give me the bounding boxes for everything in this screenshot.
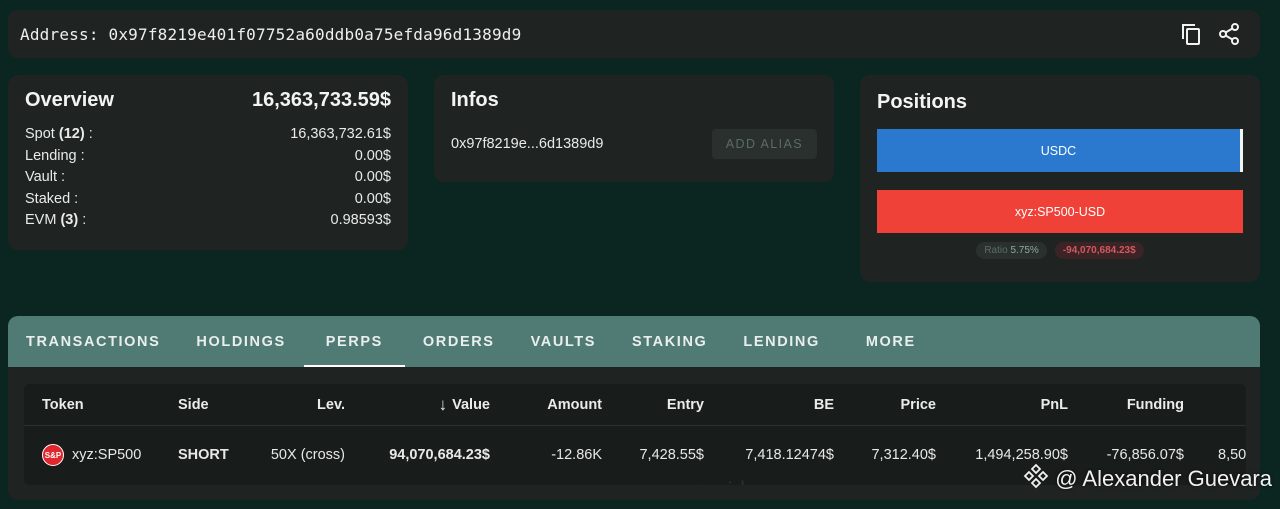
price-cell: 7,312.40$	[871, 447, 936, 463]
position-bar-usdc[interactable]: USDC	[877, 129, 1243, 172]
tab-bar: TRANSACTIONS HOLDINGS PERPS ORDERS VAULT…	[8, 316, 1260, 367]
overview-title: Overview	[25, 89, 114, 111]
address-actions	[1178, 21, 1242, 47]
address-bar: Address: 0x97f8219e401f07752a60ddb0a75ef…	[8, 10, 1260, 58]
col-side[interactable]: Side	[178, 384, 209, 425]
tab-orders[interactable]: ORDERS	[405, 316, 513, 367]
col-funding[interactable]: Funding	[1094, 384, 1184, 425]
add-alias-button[interactable]: ADD ALIAS	[711, 129, 817, 159]
position-bar-label: USDC	[1040, 143, 1077, 158]
overview-row-lending: Lending : 0.00$	[25, 146, 391, 168]
infos-title: Infos	[451, 89, 499, 111]
diamond-logo-icon	[1023, 463, 1049, 495]
col-pnl[interactable]: PnL	[984, 384, 1068, 425]
position-bar-sp500[interactable]: xyz:SP500-USD	[877, 190, 1243, 233]
sp500-token-icon: S&P	[42, 444, 64, 466]
tab-perps[interactable]: PERPS	[303, 316, 406, 367]
value-cell: 94,070,684.23$	[389, 447, 490, 463]
amount-cell: -12.86K	[551, 447, 602, 463]
overview-row-staked: Staked : 0.00$	[25, 189, 391, 211]
overview-value: 0.00$	[354, 169, 391, 185]
token-cell: S&P xyz:SP500	[42, 426, 141, 484]
col-be[interactable]: BE	[744, 384, 834, 425]
col-lev[interactable]: Lev.	[264, 384, 345, 425]
credit-overlay: @ Alexander Guevara	[1023, 463, 1272, 495]
table-header: Token Side Lev. ↓ Value Amount Entry BE …	[24, 384, 1246, 426]
side-cell: SHORT	[178, 447, 229, 463]
sort-arrow-icon: ↓	[438, 394, 448, 414]
be-cell: 7,418.12474$	[745, 447, 834, 463]
short-address: 0x97f8219e...6d1389d9	[451, 136, 604, 152]
overview-row-vault: Vault : 0.00$	[25, 167, 391, 189]
tab-more[interactable]: MORE	[848, 316, 934, 367]
overview-row-evm: EVM (3) : 0.98593$	[25, 210, 391, 232]
lev-cell: 50X (cross)	[270, 447, 345, 463]
infos-card: Infos 0x97f8219e...6d1389d9 ADD ALIAS	[434, 75, 834, 182]
overview-value: 0.00$	[354, 147, 391, 164]
positions-card: Positions USDC xyz:SP500-USD Ratio 5.75%…	[860, 75, 1260, 282]
col-amount[interactable]: Amount	[524, 384, 602, 425]
tab-staking[interactable]: STAKING	[614, 316, 725, 367]
overview-value: 0.00$	[354, 190, 391, 207]
address-label: Address: 0x97f8219e401f07752a60ddb0a75ef…	[20, 24, 522, 44]
credit-text: @ Alexander Guevara	[1055, 466, 1272, 491]
col-token[interactable]: Token	[42, 384, 84, 425]
positions-title: Positions	[877, 91, 968, 113]
overview-value: 0.98593$	[330, 212, 391, 228]
col-price[interactable]: Price	[854, 384, 936, 425]
col-entry[interactable]: Entry	[624, 384, 704, 425]
col-value[interactable]: ↓ Value	[404, 384, 490, 425]
overview-card: Overview 16,363,733.59$ Spot (12) : 16,3…	[8, 75, 408, 250]
overview-rows: Spot (12) : 16,363,732.61$ Lending : 0.0…	[25, 124, 391, 232]
entry-cell: 7,428.55$	[639, 447, 704, 463]
share-icon[interactable]	[1216, 21, 1242, 47]
net-value-badge: -94,070,684.23$	[1054, 242, 1144, 259]
overview-total: 16,363,733.59$	[251, 89, 391, 111]
overview-row-spot: Spot (12) : 16,363,732.61$	[25, 124, 391, 146]
tab-holdings[interactable]: HOLDINGS	[178, 316, 303, 367]
overview-value: 16,363,732.61$	[290, 126, 391, 142]
position-bar-label: xyz:SP500-USD	[1014, 204, 1106, 219]
copy-icon[interactable]	[1178, 21, 1204, 47]
tab-lending[interactable]: LENDING	[725, 316, 837, 367]
ratio-badge: Ratio 5.75%	[976, 242, 1047, 259]
tab-vaults[interactable]: VAULTS	[513, 316, 614, 367]
tab-transactions[interactable]: TRANSACTIONS	[8, 316, 178, 367]
